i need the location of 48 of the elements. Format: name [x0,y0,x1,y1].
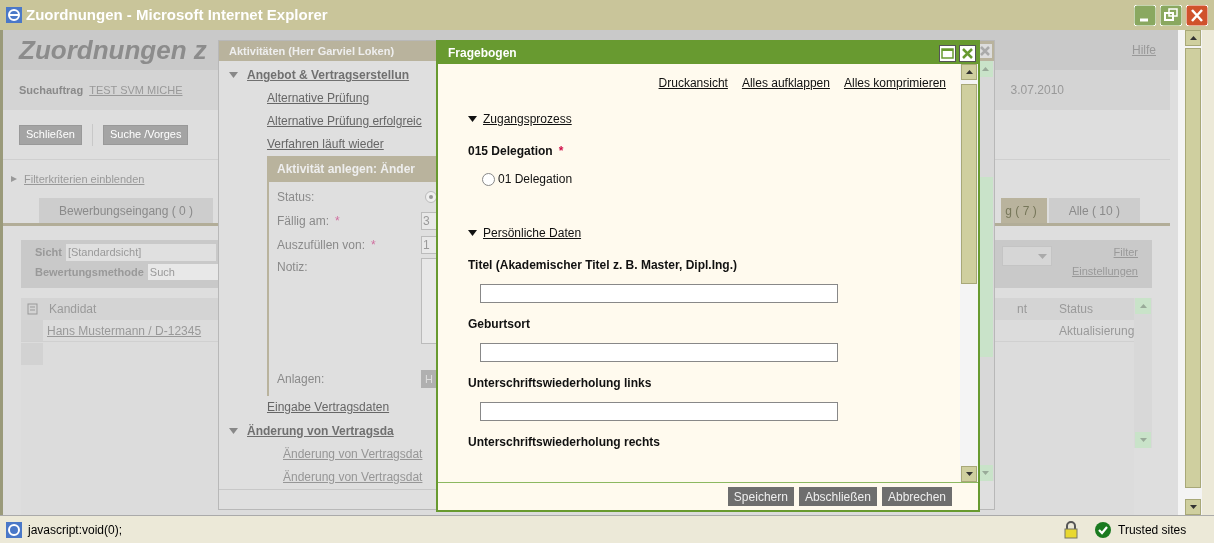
toolbar-link[interactable]: Alles komprimieren [843,74,946,92]
required-mark: * [335,213,340,230]
input-field[interactable]: 3 [421,212,437,230]
date-text: 3.07.2010 [1010,82,1064,99]
section-link[interactable]: Zugangsprozess [483,110,572,128]
panel-title: Aktivität anlegen: Änder [277,161,416,178]
question-label: Geburtsort [468,316,530,333]
activity-group-link[interactable]: Änderung von Vertragsda [247,422,394,440]
field-label: Notiz: [277,259,308,276]
column-header: nt [1017,301,1028,318]
input-field[interactable]: 1 [421,236,437,254]
tab[interactable]: Bewerbungseingang ( 0 ) [39,198,214,223]
question-label: Unterschriftswiederholung rechts [468,434,661,451]
dialog-button[interactable]: Abschließen [798,487,877,506]
dialog-title: Aktivitäten (Herr Garviel Loken) [229,43,395,59]
column-header: Status [1059,301,1095,318]
column-header: Kandidat [49,301,97,318]
required-mark: * [558,143,564,160]
question-label: Titel (Akademischer Titel z. B. Master, Dipl.Ing.) [468,257,737,274]
section-link[interactable]: Persönliche Daten [483,224,582,242]
toolbar-button[interactable]: Suche /Vorges [102,124,189,145]
toolbar-button[interactable]: Schließen [19,124,82,145]
field-label: Status: [277,189,315,206]
field-label: Fällig am: [277,213,329,230]
search-order-label: Suchauftrag [19,82,84,98]
question-label: Unterschriftswiederholung links [468,375,652,392]
radio-option[interactable]: 01 Delegation [482,170,930,188]
toolbar-link[interactable]: Druckansicht [658,74,728,92]
tab[interactable]: g ( 7 ) [1001,198,1047,223]
search-order-link[interactable]: TEST SVM MICHE [89,81,183,99]
candidate-link[interactable]: Hans Mustermann / D-12345 [47,321,202,340]
security-zone: Trusted sites [1118,521,1188,539]
dialog-title: Fragebogen [448,45,517,62]
dialog-button[interactable]: Speichern [727,487,794,506]
field-label: Anlagen: [277,371,325,388]
dialog-button[interactable]: Abbrechen [881,487,952,506]
filter-toggle-link[interactable]: Filterkriterien einblenden [24,170,145,188]
tab[interactable]: Alle ( 10 ) [1048,198,1140,223]
page-heading: Zuordnungen z [19,33,207,67]
table-cell-text: Aktualisierung [1059,322,1134,340]
window-title: Zuordnungen - Microsoft Internet Explorer [26,4,329,25]
activity-group-link[interactable]: Angebot & Vertragserstellun [247,66,410,84]
required-mark: * [371,237,376,254]
question-label: 015 Delegation [468,143,553,160]
view-field[interactable]: [Standardsicht] [65,244,216,261]
status-text: javascript:void(0); [28,521,124,539]
field-label: Auszufüllen von: [277,237,366,254]
toolbar-link[interactable]: Alles aufklappen [741,74,830,92]
